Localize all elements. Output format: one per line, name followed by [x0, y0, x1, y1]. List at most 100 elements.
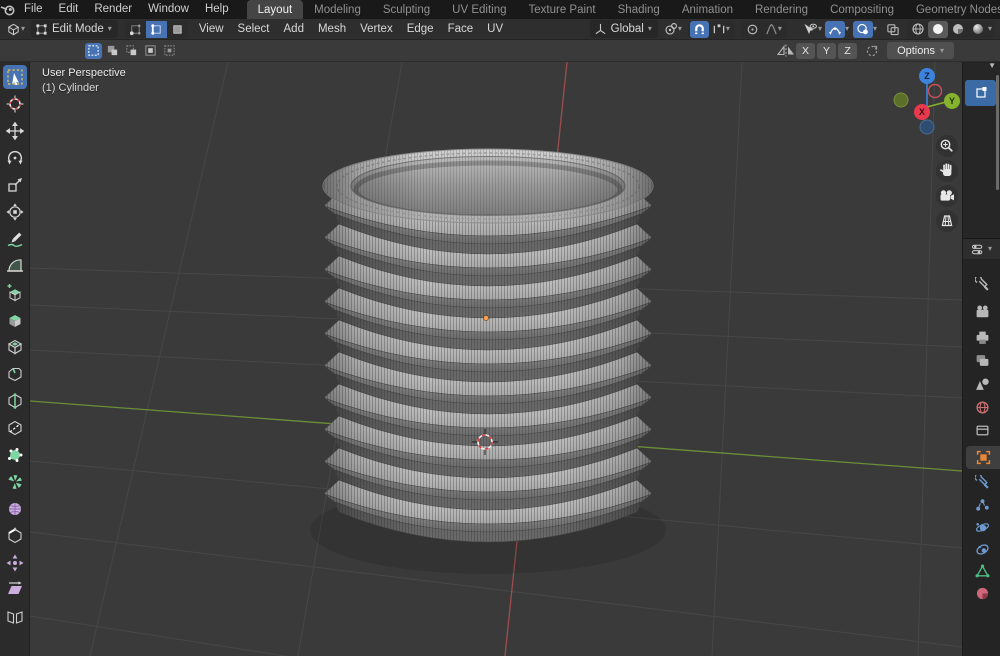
workspace-tab-rendering[interactable]: Rendering [744, 0, 819, 19]
gizmo-axis-neg-x[interactable] [929, 85, 942, 98]
menu-window[interactable]: Window [140, 0, 197, 19]
show-gizmo-button[interactable] [825, 21, 845, 38]
gizmo-axis-neg-z[interactable] [920, 120, 934, 134]
transform-orientation-dropdown[interactable]: Global ▾ [590, 20, 658, 38]
navigation-gizmo[interactable]: Z Y X [894, 68, 960, 134]
tool-spin[interactable] [3, 470, 27, 494]
gizmo-axis-z[interactable]: Z [919, 68, 935, 84]
tool-bevel[interactable] [3, 362, 27, 386]
vertex-select-button[interactable] [125, 21, 146, 38]
properties-header[interactable]: ▾ [963, 239, 1000, 260]
tool-extrude-region[interactable] [3, 308, 27, 332]
menu-view[interactable]: View [192, 23, 231, 35]
workspace-tab-modeling[interactable]: Modeling [303, 0, 372, 19]
menu-render[interactable]: Render [86, 0, 140, 19]
properties-tab-modifiers[interactable] [963, 471, 1000, 494]
properties-tab-render[interactable] [963, 300, 1000, 323]
tool-inset-faces[interactable] [3, 335, 27, 359]
tool-shrink-fatten[interactable] [3, 551, 27, 575]
workspace-tab-compositing[interactable]: Compositing [819, 0, 905, 19]
workspace-tab-uv-editing[interactable]: UV Editing [441, 0, 517, 19]
camera-view-button[interactable] [936, 185, 958, 207]
properties-tab-object-data[interactable] [963, 560, 1000, 583]
shading-solid-button[interactable] [928, 21, 948, 38]
tool-shear[interactable] [3, 578, 27, 602]
properties-tab-physics[interactable] [963, 516, 1000, 539]
tool-move[interactable] [3, 119, 27, 143]
show-overlays-button[interactable] [853, 21, 873, 38]
menu-select[interactable]: Select [231, 23, 277, 35]
snap-toggle-button[interactable] [690, 21, 709, 38]
outliner-selected-object-row[interactable] [965, 80, 996, 106]
face-select-button[interactable] [167, 21, 188, 38]
menu-file[interactable]: File [16, 0, 51, 19]
properties-tab-particles[interactable] [963, 494, 1000, 517]
menu-edge[interactable]: Edge [400, 23, 441, 35]
select-option-set-button[interactable] [85, 43, 102, 59]
options-dropdown[interactable]: Options ▾ [887, 42, 954, 59]
tool-add-cube[interactable] [3, 281, 27, 305]
gizmo-axis-y[interactable]: Y [944, 93, 960, 109]
properties-tab-tool[interactable] [963, 273, 1000, 296]
collection-disclosure-icon[interactable]: ▼ [988, 61, 996, 70]
proportional-editing-button[interactable] [743, 21, 762, 38]
tool-scale[interactable] [3, 173, 27, 197]
select-option-subtract-button[interactable] [123, 43, 140, 59]
tool-transform[interactable] [3, 200, 27, 224]
editor-type-button[interactable]: ▾ [3, 21, 28, 38]
pan-hand-button[interactable] [936, 160, 958, 182]
mode-dropdown[interactable]: Edit Mode ▾ [31, 20, 118, 38]
properties-tab-object[interactable] [966, 446, 1000, 469]
menu-face[interactable]: Face [441, 23, 481, 35]
snap-target-button[interactable]: ▾ [709, 21, 733, 38]
toggle-perspective-button[interactable] [936, 210, 958, 232]
select-option-invert-button[interactable] [142, 43, 159, 59]
tool-select-box[interactable] [3, 65, 27, 89]
workspace-tab-geometry-nodes[interactable]: Geometry Nodes [905, 0, 1000, 19]
workspace-tab-texture-paint[interactable]: Texture Paint [518, 0, 607, 19]
properties-tab-world[interactable] [963, 396, 1000, 419]
toggle-xray-button[interactable] [883, 21, 903, 38]
mirror-x-button[interactable]: X [796, 43, 815, 59]
tool-poly-build[interactable] [3, 443, 27, 467]
snap-symmetry-button[interactable] [863, 43, 880, 59]
tool-knife[interactable] [3, 416, 27, 440]
blender-logo-icon[interactable] [0, 3, 16, 17]
shading-material-button[interactable] [948, 21, 968, 38]
workspace-tab-layout[interactable]: Layout [247, 0, 304, 19]
tool-cursor[interactable] [3, 92, 27, 116]
mirror-y-button[interactable]: Y [817, 43, 836, 59]
overlays-dropdown-chevron[interactable]: ▾ [873, 25, 877, 33]
workspace-tab-shading[interactable]: Shading [607, 0, 671, 19]
shading-rendered-button[interactable] [968, 21, 988, 38]
properties-tab-scene[interactable] [963, 373, 1000, 396]
object-type-visibility-button[interactable]: ▾ [800, 21, 825, 38]
workspace-tab-sculpting[interactable]: Sculpting [372, 0, 441, 19]
properties-tab-collection[interactable] [963, 419, 1000, 442]
viewport-3d[interactable]: Z Y X [30, 62, 962, 656]
menu-add[interactable]: Add [277, 23, 311, 35]
gizmo-dropdown-chevron[interactable]: ▾ [845, 25, 849, 33]
outliner-scrollbar[interactable] [996, 75, 999, 190]
edge-select-button[interactable] [146, 21, 167, 38]
shading-wireframe-button[interactable] [908, 21, 928, 38]
tool-edge-slide[interactable] [3, 524, 27, 548]
menu-mesh[interactable]: Mesh [311, 23, 353, 35]
tool-rotate[interactable] [3, 146, 27, 170]
properties-tab-constraints[interactable] [963, 538, 1000, 561]
menu-uv[interactable]: UV [480, 23, 510, 35]
workspace-tab-animation[interactable]: Animation [671, 0, 744, 19]
pivot-point-button[interactable]: ▾ [661, 21, 685, 38]
properties-tab-view-layer[interactable] [963, 349, 1000, 372]
mirror-z-button[interactable]: Z [838, 43, 857, 59]
gizmo-axis-x[interactable]: X [914, 104, 930, 120]
menu-edit[interactable]: Edit [51, 0, 87, 19]
menu-help[interactable]: Help [197, 0, 237, 19]
gizmo-axis-neg-y[interactable] [894, 93, 908, 107]
falloff-dropdown[interactable]: ▾ [762, 21, 785, 38]
menu-vertex[interactable]: Vertex [353, 23, 400, 35]
properties-tab-output[interactable] [963, 326, 1000, 349]
select-option-intersect-button[interactable] [161, 43, 178, 59]
shading-dropdown-chevron[interactable]: ▾ [988, 25, 992, 33]
tool-measure[interactable] [3, 254, 27, 278]
